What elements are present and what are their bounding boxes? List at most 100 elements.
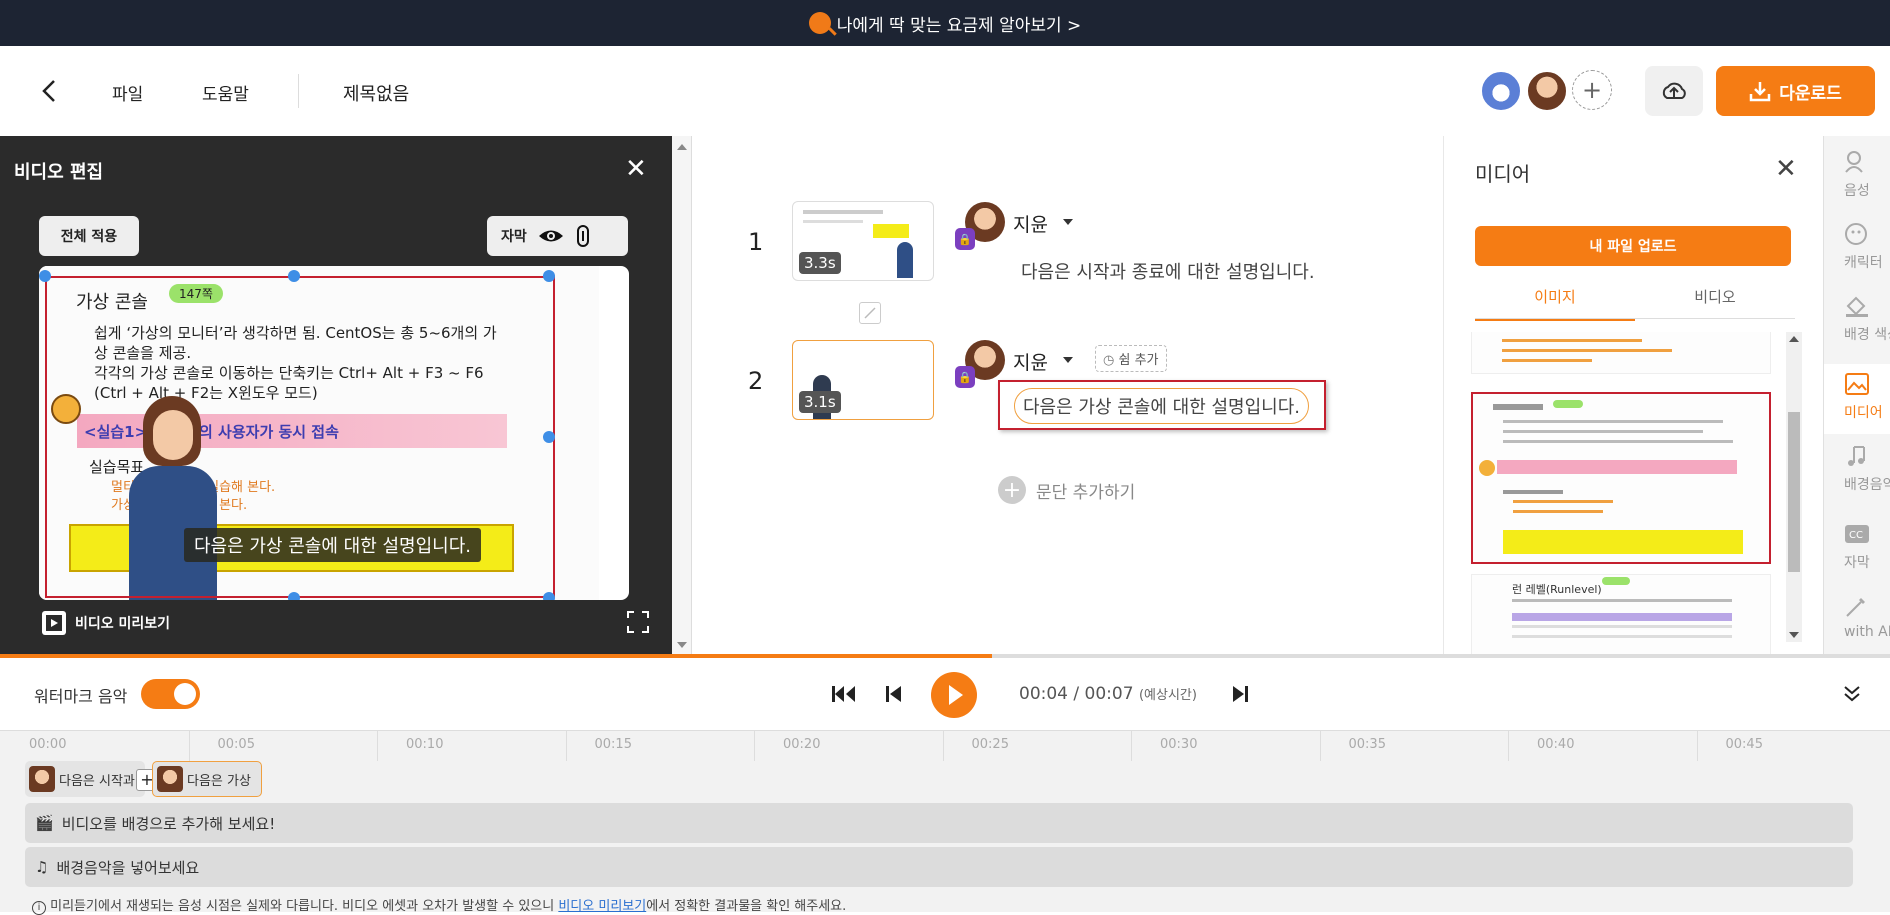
panel-title: 비디오 편집 [14,162,104,183]
rail-character[interactable]: 캐릭터 [1824,222,1890,284]
clapperboard-icon: 🎬 [35,814,54,832]
time-tick: 00:20 [783,737,821,752]
tick-line [1319,731,1321,761]
selection-frame[interactable] [45,276,555,598]
ai-pen-icon [1846,598,1865,617]
menu-help[interactable]: 도움말 [202,80,249,105]
menu-file[interactable]: 파일 [112,80,143,105]
lock-icon[interactable]: 🔒 [955,366,975,388]
notice-text: i 미리듣기에서 재생되는 음성 시점은 실제와 다릅니다. 비디오 에셋과 오… [32,895,846,915]
collapse-chevron-icon[interactable] [1843,685,1861,703]
time-tick: 00:05 [217,737,255,752]
background-music-track[interactable]: ♫ 배경음악을 넣어보세요 [25,847,1853,887]
dropdown-caret-icon[interactable] [1062,356,1074,364]
eye-icon[interactable] [537,227,565,245]
resize-handle[interactable] [543,270,555,282]
rail-subtitle[interactable]: CC 자막 [1824,522,1890,584]
playback-controls: 워터마크 음악 00:04 / 00:07 (예상시간) [0,658,1890,730]
resize-handle[interactable] [39,270,51,282]
fullscreen-icon[interactable] [626,610,650,634]
download-button[interactable]: 다운로드 [1716,66,1875,116]
tab-image[interactable]: 이미지 [1475,286,1635,321]
media-panel: 미디어 ✕ 내 파일 업로드 이미지 비디오 런 레벨(Runlevel) [1443,136,1823,654]
time-tick: 00:45 [1725,737,1763,752]
promo-text[interactable]: 나에게 딱 맞는 요금제 알아보기 > [837,11,1082,36]
timeline-clip-selected[interactable]: 다음은 가상 [152,761,262,797]
music-note-icon [1848,446,1865,466]
svg-text:CC: CC [1849,530,1863,541]
speaker-name[interactable]: 지윤 [1013,348,1048,375]
rail-background-music[interactable]: 배경음악 [1824,444,1890,506]
rail-background-color[interactable]: 배경 색상 [1824,294,1890,356]
image-icon [1845,373,1869,395]
time-tick: 00:40 [1537,737,1575,752]
collaborator-avatar[interactable] [1480,70,1522,112]
scroll-up-icon[interactable] [1789,336,1799,342]
video-edit-panel: 비디오 편집 ✕ 전체 적용 자막 가상 콘솔 147쪽 쉽게 ‘가상의 모니터… [0,136,672,654]
resize-handle[interactable] [288,592,300,600]
resize-handle[interactable] [288,270,300,282]
paragraph-text[interactable]: 다음은 시작과 종료에 대한 설명입니다. [1021,258,1315,284]
header-divider [298,74,299,108]
tab-video[interactable]: 비디오 [1635,286,1795,319]
scroll-up-icon[interactable] [677,144,687,150]
tick-line [565,731,567,761]
scene-duration: 3.3s [799,252,841,274]
promo-banner[interactable]: 나에게 딱 맞는 요금제 알아보기 > [0,0,1890,46]
watermark-music-toggle[interactable] [141,679,200,709]
lock-icon[interactable]: 🔒 [955,228,975,250]
media-thumbnail[interactable]: 런 레벨(Runlevel) [1471,574,1771,654]
cloud-upload-icon [1662,82,1686,99]
media-thumbnail-selected[interactable] [1471,392,1771,564]
time-tick: 00:35 [1348,737,1386,752]
speaker-name[interactable]: 지윤 [1013,210,1048,237]
scroll-down-icon[interactable] [677,642,687,648]
scroll-thumb[interactable] [1788,412,1800,572]
scene-thumbnail[interactable]: 3.1s [792,340,934,420]
user-avatar[interactable] [1526,70,1568,112]
tool-rail: 음성 캐릭터 배경 색상 미디어 배경음악 CC 자막 with AI [1823,136,1890,654]
paragraph-text[interactable]: 다음은 가상 콘솔에 대한 설명입니다. [1014,388,1310,424]
close-icon[interactable]: ✕ [625,156,647,182]
link-icon[interactable] [575,224,591,248]
resize-handle[interactable] [543,592,555,600]
apply-all-button[interactable]: 전체 적용 [39,216,139,256]
scroll-down-icon[interactable] [1789,632,1799,638]
media-thumbnail[interactable] [1471,332,1771,374]
add-collaborator-button[interactable]: + [1572,70,1612,110]
scene-thumbnail[interactable]: 3.3s [792,201,934,281]
timer-icon: ◷ [1103,353,1115,368]
video-preview[interactable]: 가상 콘솔 147쪽 쉽게 ‘가상의 모니터’라 생각하면 됨. CentOS는… [39,266,629,600]
transition-icon[interactable] [859,302,881,324]
document-title[interactable]: 제목없음 [343,80,409,106]
tick-line [942,731,944,761]
tick-line [1696,731,1698,761]
thumb-title: 런 레벨(Runlevel) [1512,583,1602,596]
resize-handle[interactable] [543,431,555,443]
clip-avatar [29,766,55,792]
next-icon[interactable] [1231,685,1249,703]
rail-with-ai[interactable]: with AI [1824,594,1890,654]
back-arrow-icon[interactable] [38,78,62,104]
tick-line [377,731,378,761]
previous-icon[interactable] [885,685,903,703]
rail-media[interactable]: 미디어 [1824,364,1890,434]
skip-to-start-icon[interactable] [831,685,857,703]
add-paragraph-button[interactable]: + 문단 추가하기 [998,476,1135,504]
timeline-clip[interactable]: 다음은 시작과 [25,761,145,797]
video-background-track[interactable]: 🎬 비디오를 배경으로 추가해 보세요! [25,803,1853,843]
media-scrollbar[interactable] [1786,332,1802,642]
video-preview-button[interactable]: 비디오 미리보기 [41,610,170,636]
rail-voice[interactable]: 음성 [1824,150,1890,212]
clip-avatar [157,766,183,792]
timecode: 00:04 / 00:07 (예상시간) [1019,684,1197,704]
panel-scrollbar[interactable] [672,136,692,654]
time-tick: 00:15 [594,737,632,752]
timeline: 00:00 00:05 00:10 00:15 00:20 00:25 00:30 00:35… [0,730,1890,915]
paragraph-number: 2 [748,367,764,395]
add-pause-button[interactable]: ◷ 쉼 추가 [1095,345,1167,372]
cloud-upload-button[interactable] [1645,66,1703,116]
play-button[interactable] [931,672,977,718]
dropdown-caret-icon[interactable] [1062,218,1074,226]
magnifier-icon [808,12,831,34]
